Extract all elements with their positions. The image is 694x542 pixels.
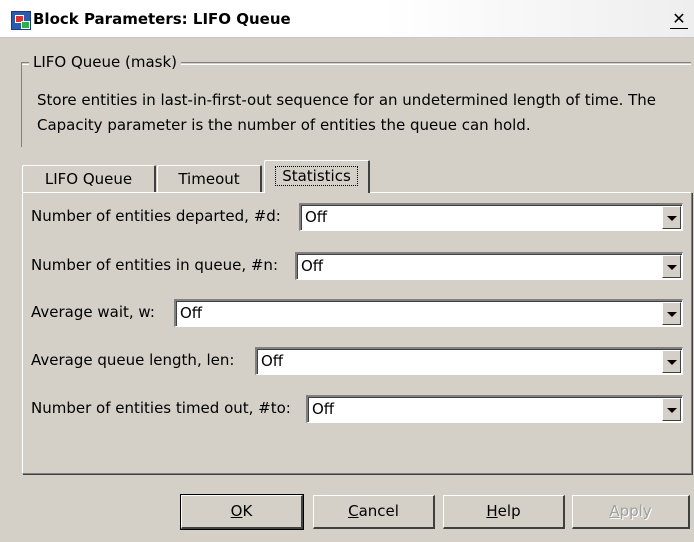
mask-legend: LIFO Queue (mask): [29, 53, 182, 71]
select-value: Off: [301, 257, 324, 275]
param-label-departed: Number of entities departed, #d:: [31, 207, 281, 225]
departed-select[interactable]: Off: [299, 203, 683, 231]
mask-description: Store entities in last-in-first-out sequ…: [37, 91, 657, 134]
close-icon[interactable]: ✕: [670, 9, 688, 29]
param-label-in-queue: Number of entities in queue, #n:: [31, 256, 278, 274]
tab-label: Statistics: [275, 166, 358, 186]
select-value: Off: [180, 304, 203, 322]
tab-label: LIFO Queue: [44, 170, 133, 188]
block-parameters-dialog: Block Parameters: LIFO Queue ✕ LIFO Queu…: [0, 0, 694, 542]
param-label-average-wait: Average wait, w:: [31, 303, 155, 321]
ok-button[interactable]: OK: [180, 494, 304, 530]
title-bar[interactable]: Block Parameters: LIFO Queue ✕: [0, 0, 694, 38]
chevron-down-icon[interactable]: [662, 398, 681, 421]
param-label-average-queue-length: Average queue length, len:: [31, 351, 235, 369]
window-title: Block Parameters: LIFO Queue: [33, 10, 291, 28]
simulink-block-icon: [11, 11, 31, 30]
select-value: Off: [261, 352, 284, 370]
tab-timeout[interactable]: Timeout: [157, 165, 262, 193]
tab-strip: LIFO Queue Timeout Statistics: [22, 160, 692, 193]
select-value: Off: [312, 400, 335, 418]
chevron-down-icon[interactable]: [662, 302, 681, 325]
in-queue-select[interactable]: Off: [295, 252, 683, 280]
apply-button[interactable]: Apply: [572, 495, 690, 529]
tab-statistics[interactable]: Statistics: [264, 160, 370, 193]
chevron-down-icon[interactable]: [662, 255, 681, 278]
chevron-down-icon[interactable]: [662, 350, 681, 373]
select-value: Off: [305, 208, 328, 226]
tab-label: Timeout: [178, 170, 240, 188]
average-queue-length-select[interactable]: Off: [255, 347, 683, 375]
timed-out-select[interactable]: Off: [306, 395, 683, 423]
cancel-button[interactable]: Cancel: [313, 495, 435, 529]
param-label-timed-out: Number of entities timed out, #to:: [31, 399, 291, 417]
average-wait-select[interactable]: Off: [174, 299, 683, 327]
help-button[interactable]: Help: [443, 495, 565, 529]
chevron-down-icon[interactable]: [662, 206, 681, 229]
statistics-panel: Number of entities departed, #d: Off Num…: [22, 192, 692, 474]
tab-lifo-queue[interactable]: LIFO Queue: [22, 165, 156, 193]
